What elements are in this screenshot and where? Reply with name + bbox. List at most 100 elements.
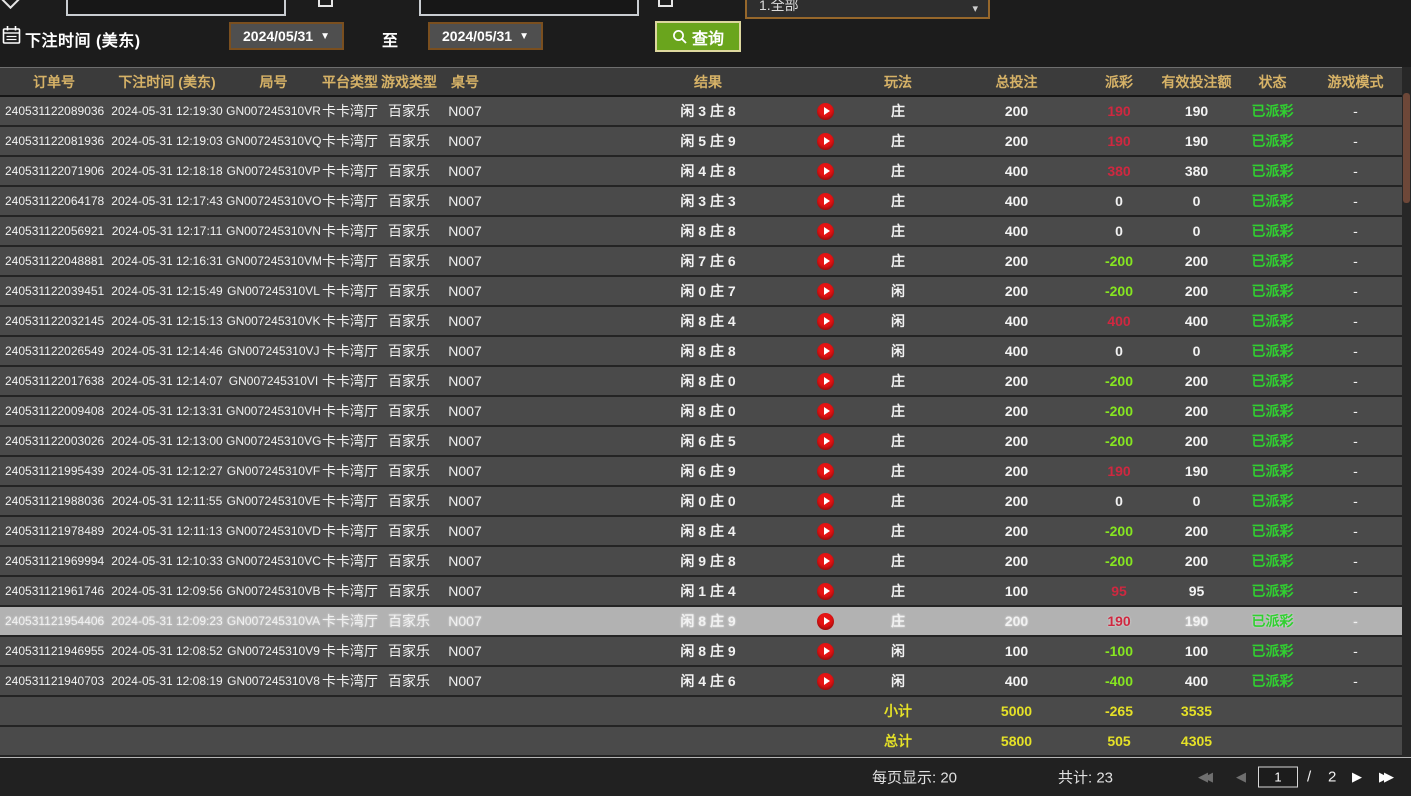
play-video-icon[interactable]	[817, 223, 834, 240]
cell-valid: 0	[1148, 486, 1245, 516]
table-row[interactable]: 2405311219880362024-05-31 12:11:55GN0072…	[0, 486, 1411, 516]
cell-game: GN007245310VJ	[226, 336, 321, 366]
table-row[interactable]: 2405311219469552024-05-31 12:08:52GN0072…	[0, 636, 1411, 666]
cell-time: 2024-05-31 12:09:56	[108, 576, 226, 606]
table-row[interactable]: 2405311219699942024-05-31 12:10:33GN0072…	[0, 546, 1411, 576]
last-page-button[interactable]: ▶▶	[1379, 769, 1389, 785]
cell-video	[798, 546, 853, 576]
play-video-icon[interactable]	[817, 493, 834, 510]
play-video-icon[interactable]	[817, 103, 834, 120]
table-row[interactable]: 2405311220488812024-05-31 12:16:31GN0072…	[0, 246, 1411, 276]
date-from-select[interactable]: 2024/05/31 ▼	[229, 22, 344, 50]
cell-game_type: 百家乐	[379, 306, 439, 336]
prev-page-button[interactable]: ◀	[1236, 769, 1246, 785]
table-row[interactable]: 2405311220030262024-05-31 12:13:00GN0072…	[0, 426, 1411, 456]
play-video-icon[interactable]	[817, 643, 834, 660]
cell-game_type: 百家乐	[379, 396, 439, 426]
play-video-icon[interactable]	[817, 133, 834, 150]
platform-select[interactable]: 1.全部 ▾	[745, 0, 990, 19]
play-video-icon[interactable]	[817, 373, 834, 390]
table-row[interactable]: 2405311220321452024-05-31 12:15:13GN0072…	[0, 306, 1411, 336]
cell-total: 200	[943, 366, 1090, 396]
table-row[interactable]: 2405311220819362024-05-31 12:19:03GN0072…	[0, 126, 1411, 156]
play-video-icon[interactable]	[817, 463, 834, 480]
cell-mode: -	[1300, 126, 1411, 156]
play-video-icon[interactable]	[817, 613, 834, 630]
column-header: 游戏类型	[379, 68, 439, 97]
table-row[interactable]: 2405311220394512024-05-31 12:15:49GN0072…	[0, 276, 1411, 306]
play-video-icon[interactable]	[817, 193, 834, 210]
cell-time: 2024-05-31 12:17:11	[108, 216, 226, 246]
cell-spacer	[491, 336, 618, 366]
date-from-value: 2024/05/31	[243, 28, 313, 44]
table-row[interactable]: 2405311219407032024-05-31 12:08:19GN0072…	[0, 666, 1411, 696]
table-row[interactable]: 2405311220890362024-05-31 12:19:30GN0072…	[0, 96, 1411, 126]
play-video-icon[interactable]	[817, 313, 834, 330]
first-page-button[interactable]: ◀◀	[1198, 769, 1208, 785]
scrollbar[interactable]	[1402, 67, 1411, 757]
filter-input-2[interactable]	[419, 0, 639, 16]
cell-valid: 0	[1148, 216, 1245, 246]
cell-order: 240531122089036	[0, 96, 108, 126]
play-triangle	[824, 227, 830, 235]
play-video-icon[interactable]	[817, 673, 834, 690]
table-row[interactable]: 2405311220641782024-05-31 12:17:43GN0072…	[0, 186, 1411, 216]
cell-mode: -	[1300, 456, 1411, 486]
column-header: 状态	[1245, 68, 1300, 97]
cell-valid: 400	[1148, 666, 1245, 696]
play-video-icon[interactable]	[817, 553, 834, 570]
next-page-button[interactable]: ▶	[1352, 769, 1362, 785]
play-video-icon[interactable]	[817, 433, 834, 450]
cell-mode: -	[1300, 666, 1411, 696]
table-row[interactable]: 2405311220265492024-05-31 12:14:46GN0072…	[0, 336, 1411, 366]
column-header: 有效投注额	[1148, 68, 1245, 97]
cell-order: 240531121961746	[0, 576, 108, 606]
cell-table_no: N007	[439, 126, 491, 156]
table-row[interactable]: 2405311219784892024-05-31 12:11:13GN0072…	[0, 516, 1411, 546]
cell-result: 闲 6 庄 5	[618, 426, 798, 456]
cell-time: 2024-05-31 12:13:31	[108, 396, 226, 426]
cell-table_no: N007	[439, 336, 491, 366]
table-row[interactable]: 2405311220176382024-05-31 12:14:07GN0072…	[0, 366, 1411, 396]
cell-valid: 0	[1148, 336, 1245, 366]
cell-spacer	[491, 216, 618, 246]
cell-game: GN007245310VF	[226, 456, 321, 486]
play-video-icon[interactable]	[817, 253, 834, 270]
scrollbar-thumb[interactable]	[1403, 93, 1410, 203]
cell-time: 2024-05-31 12:09:23	[108, 606, 226, 636]
table-row[interactable]: 2405311219544062024-05-31 12:09:23GN0072…	[0, 606, 1411, 636]
cell-mode: -	[1300, 216, 1411, 246]
table-row[interactable]: 2405311220094082024-05-31 12:13:31GN0072…	[0, 396, 1411, 426]
cell-mode: -	[1300, 156, 1411, 186]
table-row[interactable]: 2405311219954392024-05-31 12:12:27GN0072…	[0, 456, 1411, 486]
date-to-select[interactable]: 2024/05/31 ▼	[428, 22, 543, 50]
cell-spacer	[491, 396, 618, 426]
play-video-icon[interactable]	[817, 283, 834, 300]
cell-order: 240531122026549	[0, 336, 108, 366]
play-video-icon[interactable]	[817, 403, 834, 420]
cell-video	[798, 216, 853, 246]
play-video-icon[interactable]	[817, 343, 834, 360]
table-row[interactable]: 2405311219617462024-05-31 12:09:56GN0072…	[0, 576, 1411, 606]
total-total-bet: 5800	[943, 726, 1090, 756]
query-button[interactable]: 查询	[655, 21, 741, 52]
cell-total: 200	[943, 606, 1090, 636]
cell-mode: -	[1300, 576, 1411, 606]
dropdown-arrow-icon: ▼	[320, 31, 330, 42]
cell-valid: 190	[1148, 96, 1245, 126]
table-row[interactable]: 2405311220569212024-05-31 12:17:11GN0072…	[0, 216, 1411, 246]
play-triangle	[824, 497, 830, 505]
cell-result: 闲 8 庄 4	[618, 306, 798, 336]
cell-spacer	[491, 186, 618, 216]
cell-total: 200	[943, 426, 1090, 456]
cell-valid: 200	[1148, 546, 1245, 576]
play-video-icon[interactable]	[817, 583, 834, 600]
filter-input-1[interactable]	[66, 0, 286, 16]
calendar-icon	[2, 25, 21, 45]
cell-game_type: 百家乐	[379, 186, 439, 216]
table-row[interactable]: 2405311220719062024-05-31 12:18:18GN0072…	[0, 156, 1411, 186]
play-video-icon[interactable]	[817, 163, 834, 180]
cell-status: 已派彩	[1245, 276, 1300, 306]
play-video-icon[interactable]	[817, 523, 834, 540]
page-input[interactable]	[1258, 767, 1298, 788]
